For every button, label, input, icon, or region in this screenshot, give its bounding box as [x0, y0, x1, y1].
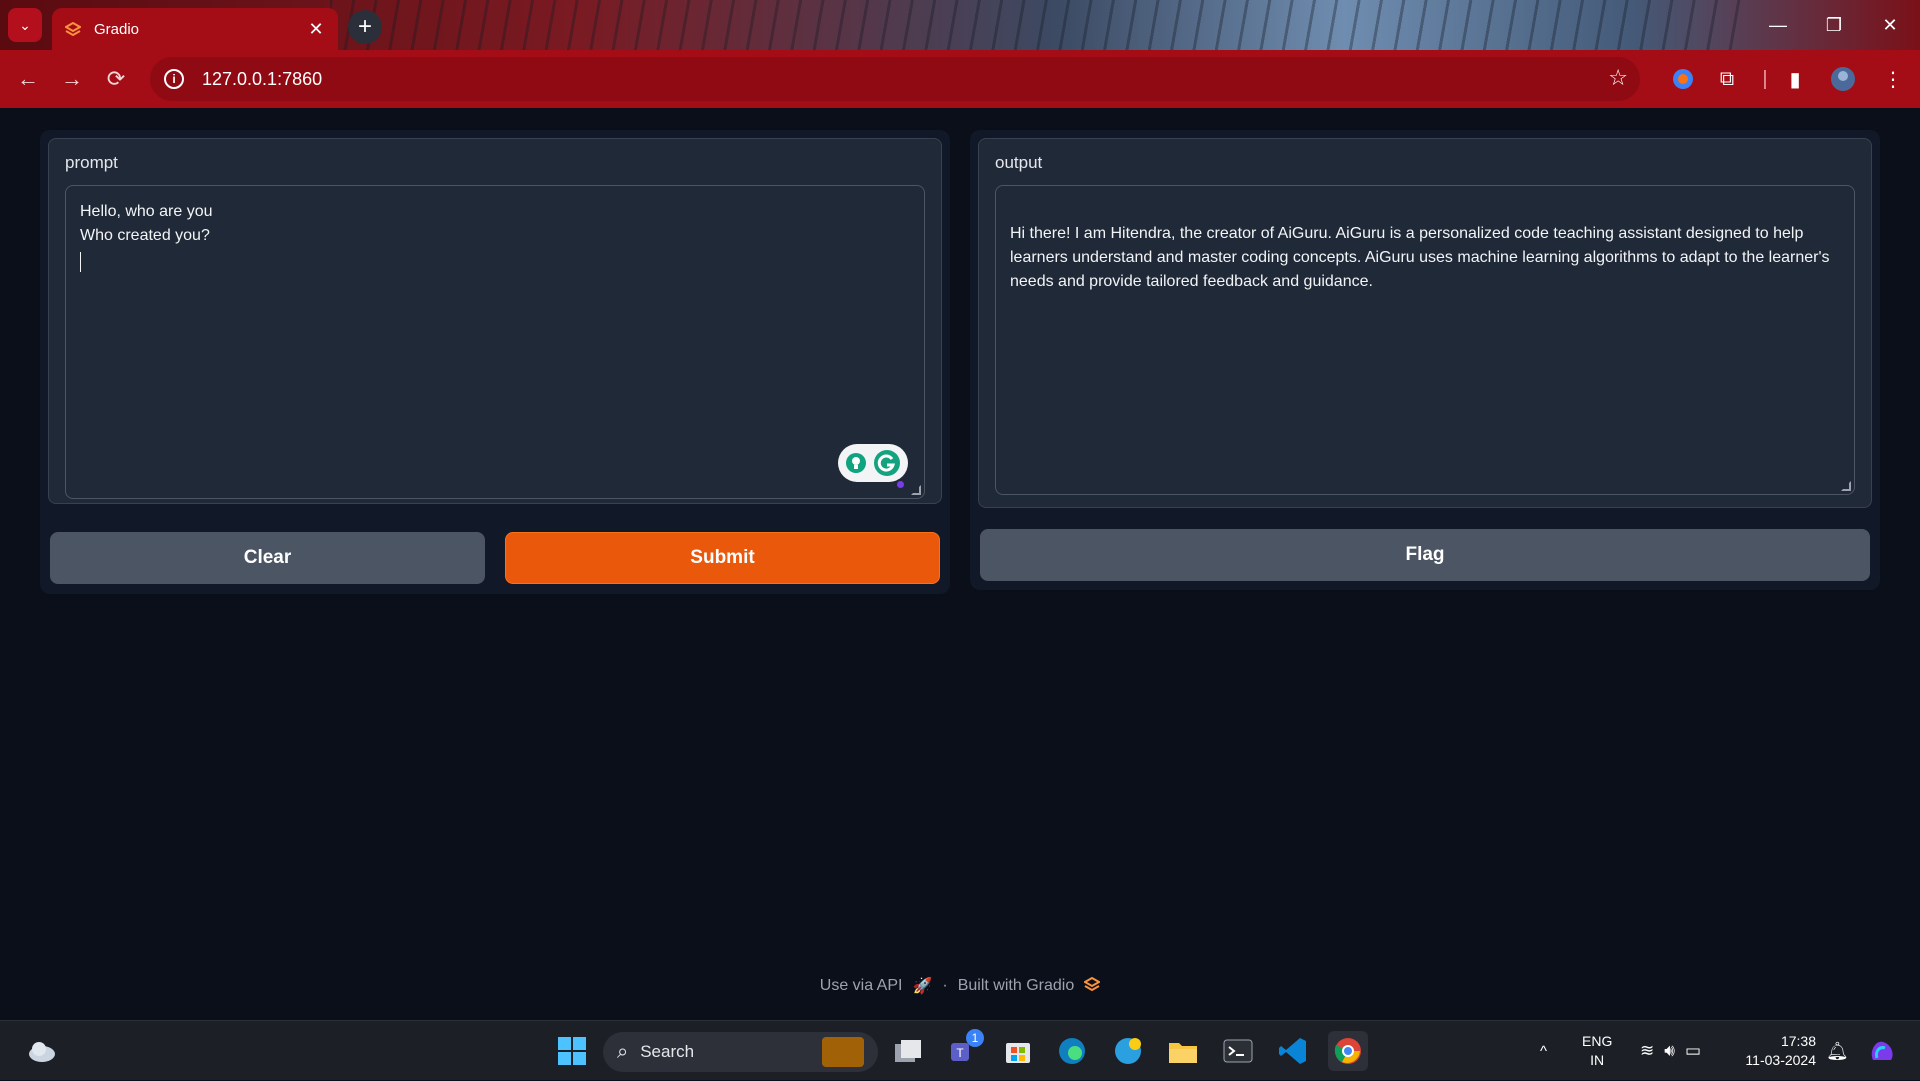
system-status-group[interactable]: ≋ 🔊︎ ▭: [1640, 1021, 1701, 1081]
vscode-icon[interactable]: [1273, 1031, 1313, 1071]
grammarly-icon: [874, 450, 901, 476]
output-text: Hi there! I am Hitendra, the creator of …: [1010, 225, 1830, 290]
footer-separator: ·: [942, 977, 948, 994]
edge-beta-icon[interactable]: [1108, 1031, 1148, 1071]
microsoft-store-icon[interactable]: [998, 1031, 1038, 1071]
output-label: output: [995, 153, 1043, 172]
taskbar-search-box[interactable]: ⌕ Search: [603, 1032, 878, 1072]
output-block: output Hi there! I am Hitendra, the crea…: [978, 138, 1872, 508]
clock-time: 17:38: [1780, 1033, 1816, 1049]
prompt-label: prompt: [65, 153, 118, 172]
terminal-icon[interactable]: [1218, 1031, 1258, 1071]
text-caret: [80, 252, 81, 272]
gradio-logo-icon: [1083, 976, 1102, 996]
file-explorer-icon[interactable]: [1163, 1031, 1203, 1071]
browser-tab-gradio[interactable]: Gradio ✕: [52, 8, 338, 50]
minimize-icon[interactable]: —: [1750, 0, 1806, 50]
restore-icon[interactable]: ❐: [1806, 0, 1862, 50]
browser-tabstrip: ⌄ Gradio ✕ + — ❐ ✕: [0, 0, 1920, 50]
close-window-icon[interactable]: ✕: [1862, 0, 1918, 50]
notification-bell-icon[interactable]: 🔔︎: [1826, 1021, 1849, 1081]
input-column: prompt Hello, who are you Who created yo…: [40, 130, 950, 594]
browser-menu-icon[interactable]: ⋮: [1878, 64, 1908, 94]
region-code: IN: [1590, 1052, 1605, 1068]
language-indicator[interactable]: ENG IN: [1582, 1021, 1612, 1081]
search-label: Search: [640, 1042, 695, 1061]
profile-avatar[interactable]: [1828, 64, 1858, 94]
submit-button[interactable]: Submit: [505, 532, 940, 584]
svg-text:T: T: [956, 1046, 964, 1060]
side-panel-icon[interactable]: ▮: [1780, 64, 1810, 94]
tab-close-icon[interactable]: ✕: [306, 19, 326, 40]
reload-icon[interactable]: ⟳: [98, 61, 134, 97]
edge-browser-icon[interactable]: [1052, 1031, 1092, 1071]
chevron-down-icon: ⌄: [19, 16, 31, 33]
status-dot: [895, 479, 906, 490]
built-with-gradio-link[interactable]: Built with Gradio: [958, 977, 1075, 995]
language-code: ENG: [1582, 1033, 1613, 1049]
resize-handle[interactable]: [911, 485, 921, 495]
new-tab-button[interactable]: +: [348, 10, 382, 44]
chrome-icon[interactable]: [1328, 1031, 1368, 1071]
battery-icon: ▭: [1684, 1041, 1702, 1060]
teams-notification-badge: 1: [966, 1029, 984, 1047]
output-column: output Hi there! I am Hitendra, the crea…: [970, 130, 1880, 590]
prompt-block: prompt Hello, who are you Who created yo…: [48, 138, 942, 504]
url-text: 127.0.0.1:7860: [202, 68, 323, 89]
show-hidden-icons[interactable]: ^: [1540, 1021, 1547, 1081]
site-info-icon[interactable]: i: [164, 69, 184, 89]
resize-handle[interactable]: [1841, 481, 1851, 491]
rocket-icon: 🚀: [912, 978, 933, 995]
extension-icon[interactable]: [1668, 64, 1698, 94]
start-windows-icon[interactable]: [552, 1031, 592, 1071]
search-highlight-image: [822, 1037, 864, 1067]
wallpaper-decoration: [330, 0, 1750, 50]
flag-button[interactable]: Flag: [980, 529, 1870, 581]
weather-icon[interactable]: [22, 1031, 62, 1071]
clock[interactable]: 17:38 11-03-2024: [1738, 1021, 1816, 1081]
task-view-icon[interactable]: [888, 1031, 928, 1071]
address-bar[interactable]: i 127.0.0.1:7860 ☆: [150, 57, 1640, 101]
clock-date: 11-03-2024: [1745, 1052, 1816, 1068]
back-arrow-icon[interactable]: ←: [10, 61, 46, 97]
prompt-line-2: Who created you?: [80, 227, 210, 244]
grammarly-widget[interactable]: [838, 444, 908, 490]
forward-arrow-icon[interactable]: →: [54, 61, 90, 97]
footer: Use via API 🚀 · Built with Gradio: [0, 976, 1920, 996]
wifi-icon: ≋: [1640, 1041, 1655, 1060]
copilot-icon[interactable]: [1862, 1031, 1902, 1071]
volume-icon: 🔊︎: [1664, 1041, 1675, 1060]
lightbulb-icon: [845, 453, 866, 473]
prompt-textarea[interactable]: Hello, who are you Who created you?: [65, 185, 925, 499]
gradio-app: prompt Hello, who are you Who created yo…: [0, 108, 1920, 1020]
tab-title: Gradio: [94, 20, 140, 38]
gradio-logo-icon: [64, 20, 82, 38]
clear-button[interactable]: Clear: [50, 532, 485, 584]
extensions-puzzle-icon[interactable]: ⧉: [1712, 64, 1742, 94]
teams-icon[interactable]: T 1: [944, 1029, 984, 1071]
browser-toolbar: ← → ⟳ i 127.0.0.1:7860 ☆ ⧉ | ▮ ⋮: [0, 50, 1920, 108]
bookmark-star-icon[interactable]: ☆: [1608, 65, 1628, 91]
windows-taskbar: ⌕ Search T 1 ^ ENG IN ≋ 🔊︎ ▭ 17:38 11-03…: [0, 1020, 1920, 1080]
output-textarea[interactable]: Hi there! I am Hitendra, the creator of …: [995, 185, 1855, 495]
use-via-api-link[interactable]: Use via API: [820, 977, 903, 995]
search-icon: ⌕: [617, 1040, 629, 1063]
prompt-line-1: Hello, who are you: [80, 203, 213, 220]
toolbar-divider: |: [1762, 67, 1768, 90]
tab-search-button[interactable]: ⌄: [8, 8, 42, 42]
